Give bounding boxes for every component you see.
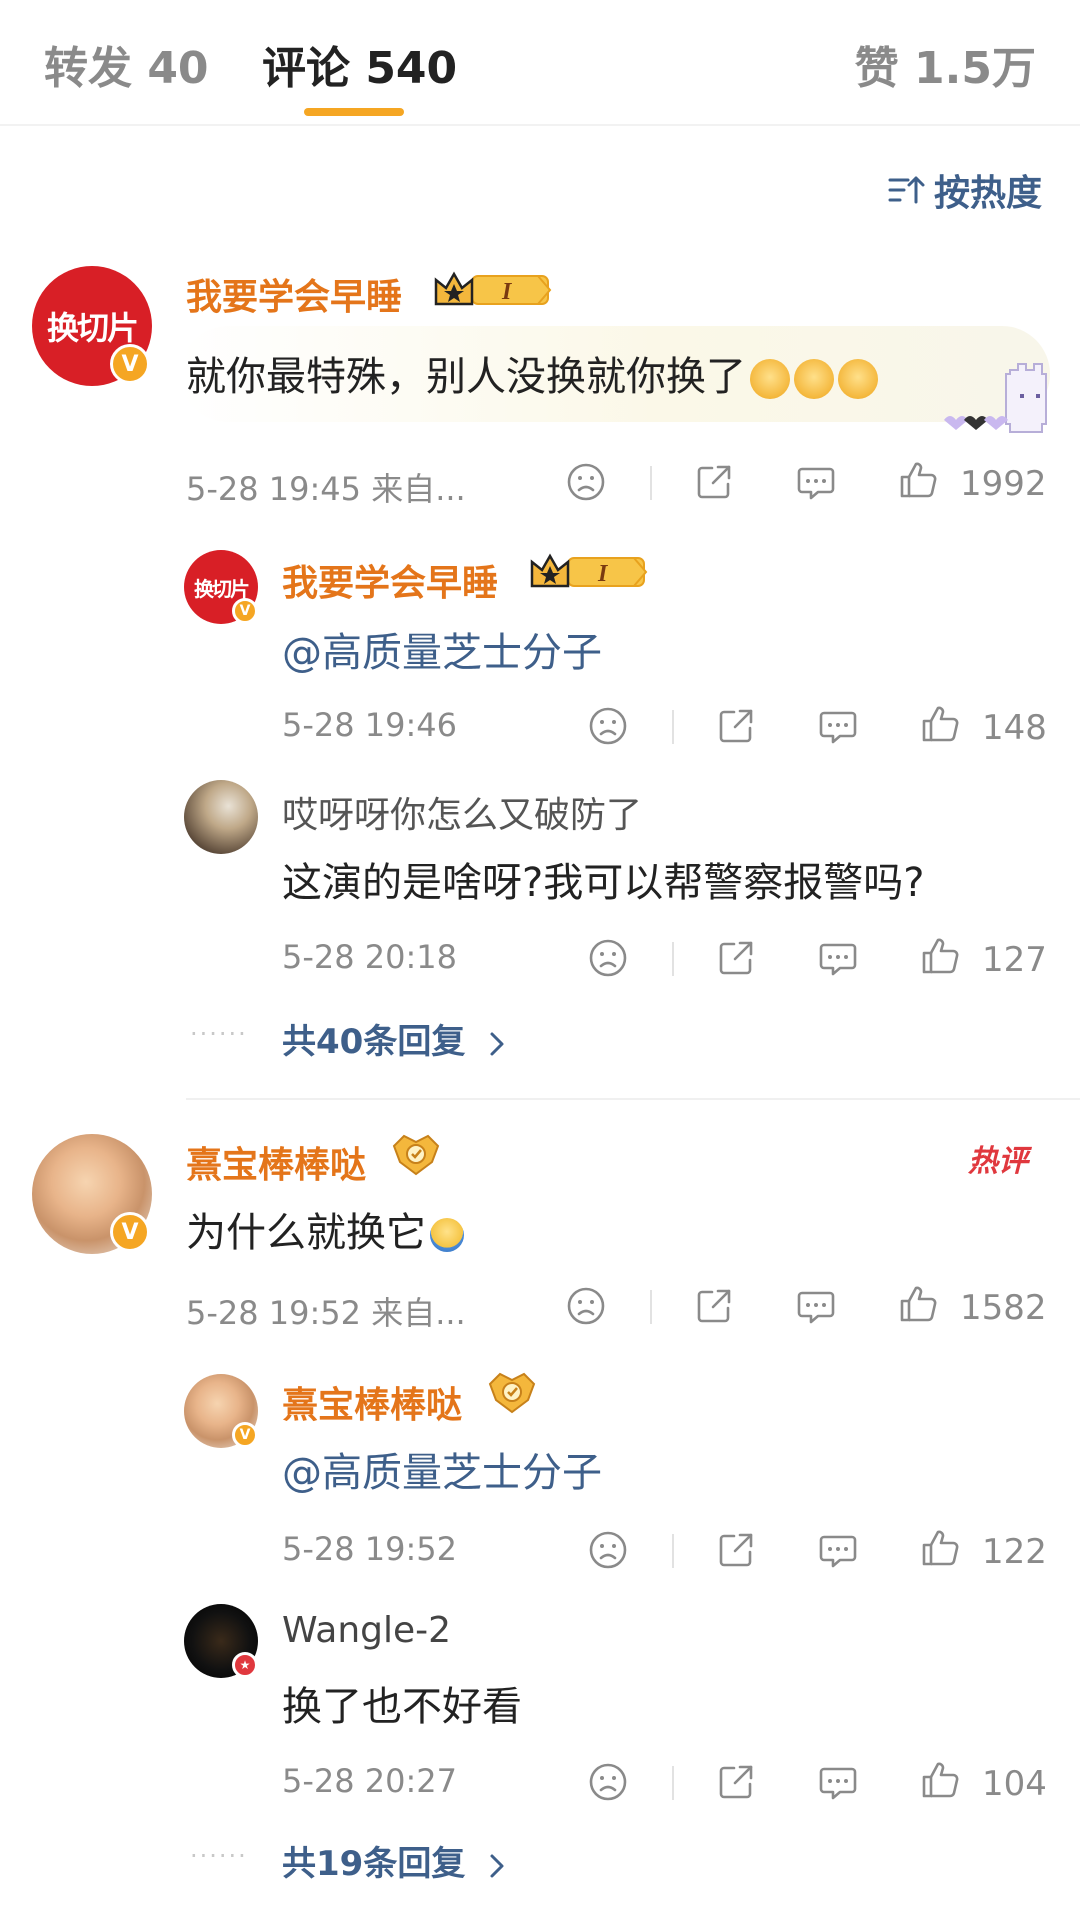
view-more-replies[interactable]: 共19条回复	[282, 1836, 507, 1885]
chevron-right-icon	[487, 1851, 507, 1881]
comment-text: 为什么就换它	[186, 1200, 464, 1258]
comment-time: 5-28 19:52 来自...	[186, 1294, 466, 1332]
comment-text-content: 就你最特殊，别人没换就你换了	[186, 354, 746, 400]
share-icon[interactable]	[716, 1530, 756, 1570]
more-replies-label: 共40条回复	[282, 1022, 466, 1062]
dislike-icon[interactable]	[566, 1286, 606, 1326]
reply-time: 5-28 19:52	[282, 1530, 458, 1568]
divider	[672, 710, 674, 744]
gold-fan-badge-icon[interactable]	[388, 1132, 444, 1176]
share-icon[interactable]	[716, 706, 756, 746]
reply-icon[interactable]	[796, 1286, 836, 1326]
more-replies-label: 共19条回复	[282, 1844, 466, 1884]
dog-face-emoji-icon	[838, 359, 878, 399]
like-count: 148	[982, 708, 1047, 748]
like-icon[interactable]	[920, 1528, 960, 1568]
dog-face-emoji-icon	[750, 359, 790, 399]
thread-dots: ······	[190, 1842, 248, 1870]
like-icon[interactable]	[898, 1284, 938, 1324]
comment-text: 就你最特殊，别人没换就你换了	[186, 344, 878, 402]
sort-button[interactable]: 按热度	[888, 164, 1042, 216]
comment-text-content: 为什么就换它	[186, 1210, 426, 1256]
divider	[672, 942, 674, 976]
bunny-sticker-icon	[944, 363, 1047, 433]
verified-badge-icon: V	[110, 1212, 150, 1252]
dislike-icon[interactable]	[566, 462, 606, 502]
like-count: 104	[982, 1764, 1047, 1804]
like-icon[interactable]	[898, 460, 938, 500]
reply-text: 换了也不好看	[282, 1684, 522, 1730]
like-icon[interactable]	[920, 936, 960, 976]
like-count: 122	[982, 1532, 1047, 1572]
reply-icon[interactable]	[818, 938, 858, 978]
reply-time: 5-28 19:46	[282, 706, 458, 744]
divider	[650, 1290, 652, 1324]
divider	[672, 1534, 674, 1568]
verified-badge-icon: V	[232, 1422, 258, 1448]
avatar-text: 换切片	[46, 309, 139, 347]
like-icon[interactable]	[920, 1760, 960, 1800]
active-tab-indicator	[304, 108, 404, 116]
like-count: 1582	[960, 1288, 1047, 1328]
comment-time: 5-28 19:45 来自...	[186, 470, 466, 508]
share-icon[interactable]	[694, 462, 734, 502]
like-icon[interactable]	[920, 704, 960, 744]
mention-link[interactable]: @高质量芝士分子	[282, 1440, 602, 1498]
gold-fan-badge-icon[interactable]	[484, 1370, 540, 1414]
reply-icon[interactable]	[796, 462, 836, 502]
chevron-right-icon	[487, 1029, 507, 1059]
sort-label: 按热度	[933, 173, 1042, 214]
dislike-icon[interactable]	[588, 1762, 628, 1802]
avatar[interactable]	[184, 780, 258, 854]
reply-time: 5-28 20:18	[282, 938, 458, 976]
comment-author[interactable]: 熹宝棒棒哒	[186, 1136, 366, 1188]
reply-icon[interactable]	[818, 1530, 858, 1570]
tab-bar: 转发 40 评论 540 赞 1.5万	[0, 0, 1080, 126]
emoji-icon	[430, 1218, 464, 1252]
comment-author[interactable]: 我要学会早睡	[186, 268, 402, 320]
verified-badge-icon: V	[110, 344, 150, 384]
comment-divider	[186, 1098, 1080, 1100]
like-count: 1992	[960, 464, 1047, 504]
share-icon[interactable]	[694, 1286, 734, 1326]
thread-dots: ······	[190, 1020, 248, 1048]
member-level-badge-icon[interactable]	[528, 552, 648, 592]
verified-badge-icon: V	[232, 598, 258, 624]
dog-face-emoji-icon	[794, 359, 834, 399]
tab-like[interactable]: 赞 1.5万	[855, 32, 1036, 96]
reply-author[interactable]: 我要学会早睡	[282, 554, 498, 606]
mention-link[interactable]: @高质量芝士分子	[282, 620, 602, 678]
reply-icon[interactable]	[818, 1762, 858, 1802]
reply-author[interactable]: Wangle-2	[282, 1610, 451, 1651]
dislike-icon[interactable]	[588, 706, 628, 746]
star-badge-icon: ★	[232, 1652, 258, 1678]
divider	[650, 466, 652, 500]
tab-repost[interactable]: 转发 40	[44, 32, 209, 96]
sort-icon	[888, 176, 925, 204]
divider	[672, 1766, 674, 1800]
reply-icon[interactable]	[818, 706, 858, 746]
share-icon[interactable]	[716, 938, 756, 978]
share-icon[interactable]	[716, 1762, 756, 1802]
tab-comment[interactable]: 评论 540	[262, 32, 457, 96]
reply-time: 5-28 20:27	[282, 1762, 458, 1800]
reply-author[interactable]: 熹宝棒棒哒	[282, 1376, 462, 1428]
avatar-text: 换切片	[194, 576, 250, 601]
reply-text: 这演的是啥呀?我可以帮警察报警吗?	[282, 860, 925, 906]
hot-comment-tag: 热评	[968, 1144, 1028, 1179]
member-level-badge-icon[interactable]	[432, 270, 552, 310]
like-count: 127	[982, 940, 1047, 980]
dislike-icon[interactable]	[588, 938, 628, 978]
view-more-replies[interactable]: 共40条回复	[282, 1014, 507, 1063]
dislike-icon[interactable]	[588, 1530, 628, 1570]
reply-author[interactable]: 哎呀呀你怎么又破防了	[282, 786, 642, 838]
